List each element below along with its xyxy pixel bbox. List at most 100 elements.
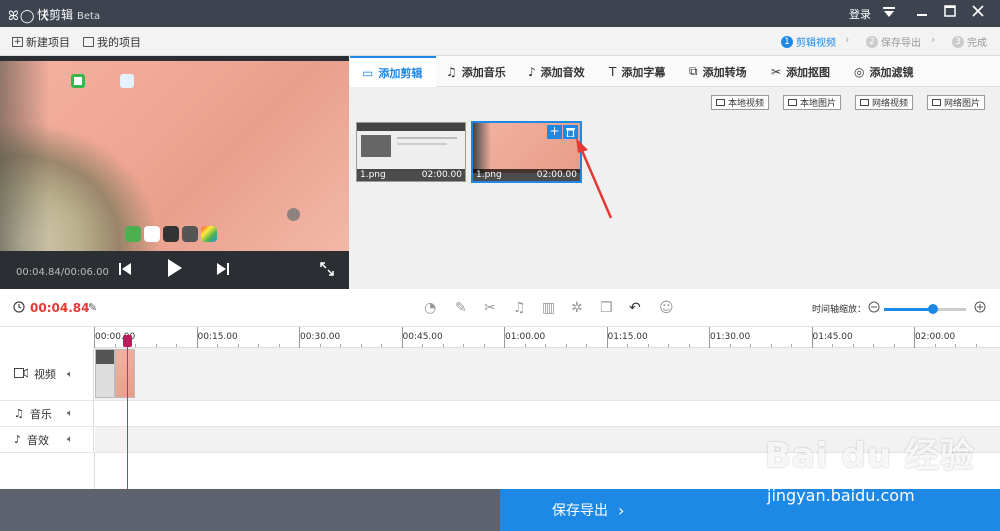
tab-add-music[interactable]: ♫ 添加音乐 bbox=[446, 56, 506, 87]
tab-label: 添加音乐 bbox=[461, 65, 506, 79]
ruler-minor-tick bbox=[975, 344, 977, 347]
ruler-minor-tick bbox=[463, 344, 464, 347]
tab-add-transition[interactable]: ⧉ 添加转场 bbox=[689, 56, 747, 87]
ruler-minor-tick bbox=[155, 344, 157, 347]
scissors-icon[interactable]: ✂ bbox=[484, 300, 496, 316]
pencil-icon[interactable]: ✎ bbox=[455, 300, 467, 316]
volume-icon[interactable]: 🔈︎ bbox=[67, 434, 73, 445]
step-edit-video: 1 剪辑视频 bbox=[781, 34, 836, 49]
media-clip[interactable]: 1.png 02:00.00 bbox=[356, 122, 466, 182]
menu-down-icon[interactable] bbox=[879, 3, 899, 23]
tab-label: 添加滤镜 bbox=[869, 65, 914, 79]
track-label: 音效 bbox=[27, 433, 50, 447]
preview-image-shade bbox=[0, 61, 50, 251]
save-export-button[interactable]: 保存导出 › bbox=[500, 489, 1000, 531]
plus-box-icon: + bbox=[12, 37, 23, 47]
zoom-in-icon[interactable] bbox=[974, 301, 986, 316]
previous-frame-icon[interactable] bbox=[119, 262, 131, 280]
time-ruler[interactable]: 00:00.00 00:15.00 00:30.00 00:45.00 01:00.00… bbox=[94, 327, 1000, 348]
next-frame-icon[interactable] bbox=[217, 262, 229, 280]
minimize-icon[interactable] bbox=[912, 3, 932, 23]
photos-icon bbox=[201, 226, 217, 242]
music-icon: ♫ bbox=[14, 407, 24, 420]
my-projects-button[interactable]: 我的项目 bbox=[83, 34, 141, 50]
clip-caption: 1.png 02:00.00 bbox=[357, 169, 465, 181]
undo-icon[interactable]: ↶ bbox=[629, 300, 641, 316]
copy-icon[interactable]: ❐ bbox=[600, 300, 613, 316]
tab-label: 添加抠图 bbox=[786, 65, 831, 79]
clip-name: 1.png bbox=[360, 170, 386, 180]
clip-duration: 02:00.00 bbox=[536, 170, 577, 180]
playhead[interactable] bbox=[127, 335, 128, 489]
ruler-minor-tick bbox=[668, 344, 669, 347]
ruler-minor-tick bbox=[586, 344, 587, 347]
playhead-handle[interactable] bbox=[123, 335, 132, 347]
zoom-out-icon[interactable] bbox=[868, 301, 880, 316]
clip-duration: 02:00.00 bbox=[421, 170, 462, 180]
timeline-zoom-label: 时间轴缩放： bbox=[812, 305, 867, 315]
local-image-button[interactable]: 本地图片 bbox=[783, 95, 842, 110]
step-number: 1 bbox=[781, 35, 793, 48]
cutout-icon: ✂ bbox=[771, 64, 782, 79]
chevron-right-icon: › bbox=[845, 33, 850, 46]
playback-controls: 00:04.84/00:06.00 bbox=[0, 253, 349, 289]
maximize-icon[interactable] bbox=[940, 3, 960, 23]
ruler-tick-label: 01:45.00 bbox=[812, 332, 853, 342]
ruler-minor-tick bbox=[873, 344, 874, 347]
clock-icon bbox=[13, 301, 25, 316]
local-video-button[interactable]: 本地视频 bbox=[711, 95, 770, 110]
media-clip-selected[interactable]: + 1.png 02:00.00 bbox=[471, 121, 582, 183]
ruler-tick-label: 02:00.00 bbox=[915, 332, 956, 342]
ruler-minor-tick bbox=[176, 344, 177, 347]
play-icon[interactable] bbox=[168, 259, 182, 281]
volume-icon[interactable]: 🔈︎ bbox=[67, 369, 73, 380]
tab-add-clip[interactable]: ▭ 添加剪辑 bbox=[350, 56, 436, 87]
smiley-icon[interactable]: ☺ bbox=[659, 300, 674, 316]
function-tabs: ▭ 添加剪辑 ♫ 添加音乐 ♪ 添加音效 T 添加字幕 ⧉ 添加转场 ✂ 添加抠图 ◎ 添加滤… bbox=[349, 56, 1000, 87]
timeline-clip[interactable] bbox=[115, 349, 135, 398]
sound-effect-icon: ♪ bbox=[14, 433, 22, 446]
tab-add-subtitle[interactable]: T 添加字幕 bbox=[609, 56, 665, 87]
zoom-slider-handle[interactable] bbox=[928, 304, 939, 314]
track-music: ♫ 音乐 🔈︎ bbox=[0, 401, 1000, 427]
ruler-minor-tick bbox=[319, 344, 321, 347]
volume-icon[interactable]: 🔈︎ bbox=[67, 408, 73, 419]
timeline-toolbar: 00:04.84 ✎ ◔ ✎ ✂ ♫ ▥ ✲ ❐ ↶ ☺ 时间轴缩放： bbox=[0, 289, 1000, 327]
ruler-tick-label: 01:30.00 bbox=[710, 332, 751, 342]
new-project-button[interactable]: + 新建项目 bbox=[12, 34, 70, 50]
track-label: 视频 bbox=[34, 368, 56, 381]
app-name: 快剪辑 Beta bbox=[37, 8, 101, 22]
ruler-minor-tick bbox=[381, 344, 382, 347]
ruler-minor-tick bbox=[483, 344, 485, 347]
add-clip-icon[interactable]: + bbox=[547, 125, 562, 139]
ruler-minor-tick bbox=[545, 344, 546, 347]
timeline-clip[interactable] bbox=[95, 349, 115, 398]
watermark-url: jingyan.baidu.com bbox=[767, 486, 915, 505]
bell-icon[interactable]: ♫ bbox=[513, 300, 526, 316]
ruler-tick-label: 00:15.00 bbox=[197, 332, 238, 342]
edit-time-icon[interactable]: ✎ bbox=[88, 301, 97, 314]
web-video-button[interactable]: 网络视频 bbox=[855, 95, 914, 110]
ruler-minor-tick bbox=[422, 344, 423, 347]
timeline-zoom-slider[interactable] bbox=[884, 304, 966, 314]
track-lane[interactable] bbox=[95, 348, 1000, 400]
speed-icon[interactable]: ◔ bbox=[424, 300, 436, 316]
desktop-dock bbox=[125, 226, 217, 242]
web-image-button[interactable]: 网络图片 bbox=[927, 95, 986, 110]
wechat-icon bbox=[125, 226, 141, 242]
close-icon[interactable] bbox=[968, 3, 988, 23]
login-link[interactable]: 登录 bbox=[849, 6, 871, 22]
crop-icon[interactable]: ✲ bbox=[571, 300, 583, 316]
fullscreen-icon[interactable] bbox=[320, 262, 334, 280]
tab-add-filter[interactable]: ◎ 添加滤镜 bbox=[854, 56, 913, 87]
delete-clip-icon[interactable] bbox=[563, 125, 578, 139]
tab-add-sound-effect[interactable]: ♪ 添加音效 bbox=[528, 56, 585, 87]
ruler-minor-tick bbox=[278, 344, 280, 347]
ruler-minor-tick bbox=[688, 344, 690, 347]
trash-icon[interactable]: ▥ bbox=[542, 300, 555, 316]
step-label: 保存导出 bbox=[881, 38, 921, 49]
track-lane[interactable] bbox=[95, 401, 1000, 426]
track-header: ♫ 音乐 🔈︎ bbox=[0, 401, 94, 426]
qq-icon bbox=[144, 226, 160, 242]
tab-add-cutout[interactable]: ✂ 添加抠图 bbox=[771, 56, 830, 87]
